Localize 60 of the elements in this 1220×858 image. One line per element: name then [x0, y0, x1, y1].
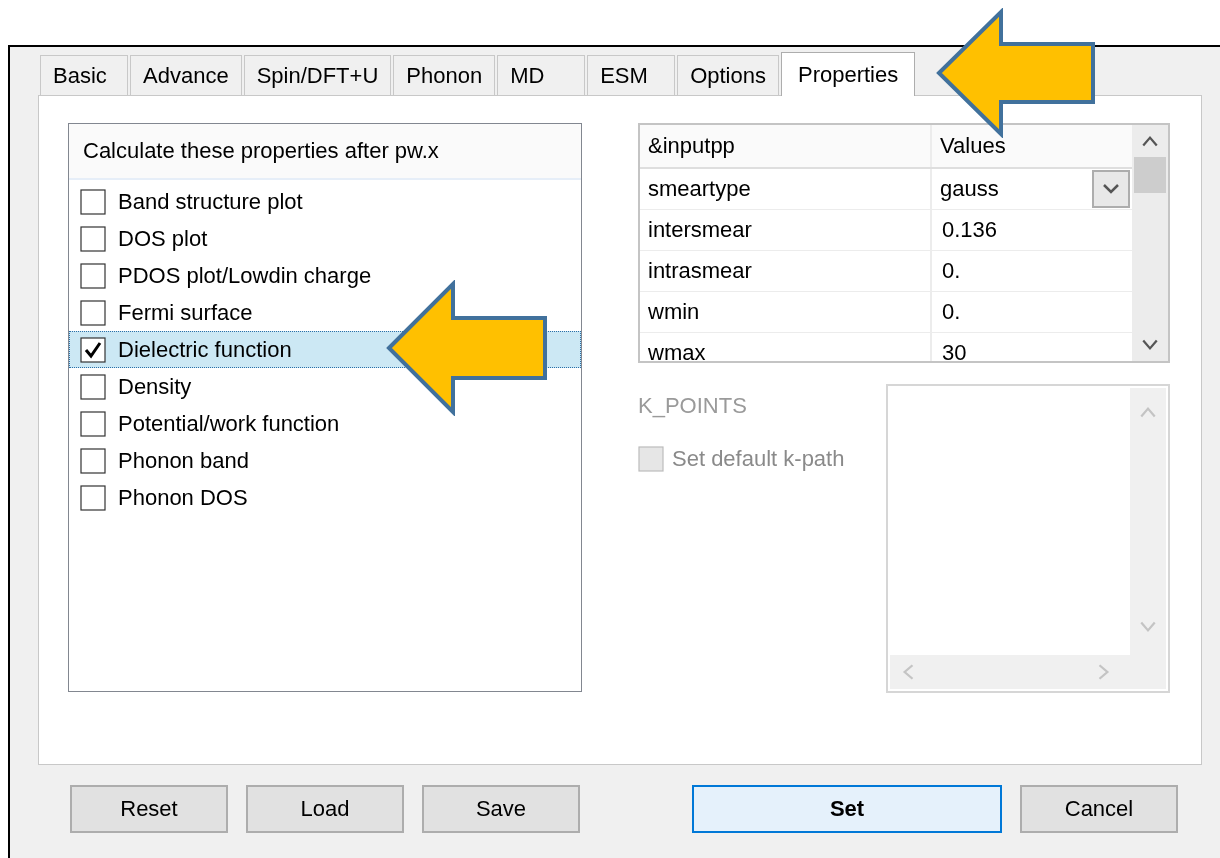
list-item[interactable]: Band structure plot [69, 183, 581, 220]
table-cell[interactable]: 30 [932, 333, 1132, 361]
list-item[interactable]: Potential/work function [69, 405, 581, 442]
item-label: Dielectric function [118, 336, 292, 363]
item-label: PDOS plot/Lowdin charge [118, 262, 372, 289]
scroll-up-icon[interactable] [1141, 135, 1159, 147]
button[interactable]: Load [246, 785, 404, 833]
button[interactable]: Set [692, 785, 1002, 833]
list-item[interactable]: Phonon DOS [69, 479, 581, 516]
checkbox[interactable] [80, 484, 106, 511]
tab[interactable]: Spin/DFT+U [243, 55, 392, 95]
button[interactable]: Cancel [1020, 785, 1178, 833]
list-item[interactable]: Fermi surface [69, 294, 581, 331]
dropdown-caret-icon[interactable] [1092, 170, 1130, 208]
dropdown[interactable]: gauss [932, 169, 1132, 209]
item-label: Band structure plot [118, 188, 303, 215]
tab[interactable]: ESM [587, 55, 676, 95]
checkbox-label: Set default k-path [672, 446, 845, 472]
scroll-thumb[interactable] [1134, 157, 1166, 193]
checkbox[interactable] [80, 373, 106, 400]
item-label: Phonon band [118, 447, 249, 474]
scroll-down-icon[interactable] [1141, 339, 1159, 351]
checkbox[interactable] [80, 447, 106, 474]
item-label: Fermi surface [118, 299, 253, 326]
tab[interactable]: Basic [40, 55, 128, 95]
checkbox[interactable] [80, 262, 106, 289]
scrollbar[interactable] [1132, 125, 1168, 361]
tab[interactable]: Phonon [393, 55, 496, 95]
table-cell[interactable]: 0.136 [932, 210, 1132, 250]
list-item[interactable]: Phonon band [69, 442, 581, 479]
item-label: Potential/work function [118, 410, 340, 437]
table-cell: smeartype [640, 169, 932, 209]
table-cell: wmax [640, 333, 932, 361]
checkbox[interactable] [80, 336, 106, 363]
table-cell: wmin [640, 292, 932, 332]
tab[interactable]: Properties [780, 52, 916, 96]
button[interactable]: Reset [70, 785, 228, 833]
column-header[interactable]: Values [932, 125, 1132, 167]
list-item[interactable]: Density [69, 368, 581, 405]
tab[interactable]: Advance [130, 55, 242, 95]
table-cell: intersmear [640, 210, 932, 250]
section-label: K_POINTS [638, 393, 748, 419]
table-cell[interactable]: 0. [932, 292, 1132, 332]
dropdown-value: gauss [940, 176, 999, 202]
checkbox[interactable] [80, 299, 106, 326]
checkbox[interactable] [80, 225, 106, 252]
column-header[interactable]: &inputpp [640, 125, 932, 167]
list-item[interactable]: DOS plot [69, 220, 581, 257]
checkbox[interactable] [80, 410, 106, 437]
table-cell: intrasmear [640, 251, 932, 291]
tab[interactable]: MD [497, 55, 586, 95]
list-header: Calculate these properties after pw.x [69, 124, 581, 180]
tab[interactable]: Options [677, 55, 779, 95]
table-cell[interactable]: 0. [932, 251, 1132, 291]
item-label: Phonon DOS [118, 484, 248, 511]
checkbox[interactable] [80, 188, 106, 215]
item-label: DOS plot [118, 225, 208, 252]
item-label: Density [118, 373, 192, 400]
button[interactable]: Save [422, 785, 580, 833]
list-item[interactable]: PDOS plot/Lowdin charge [69, 257, 581, 294]
